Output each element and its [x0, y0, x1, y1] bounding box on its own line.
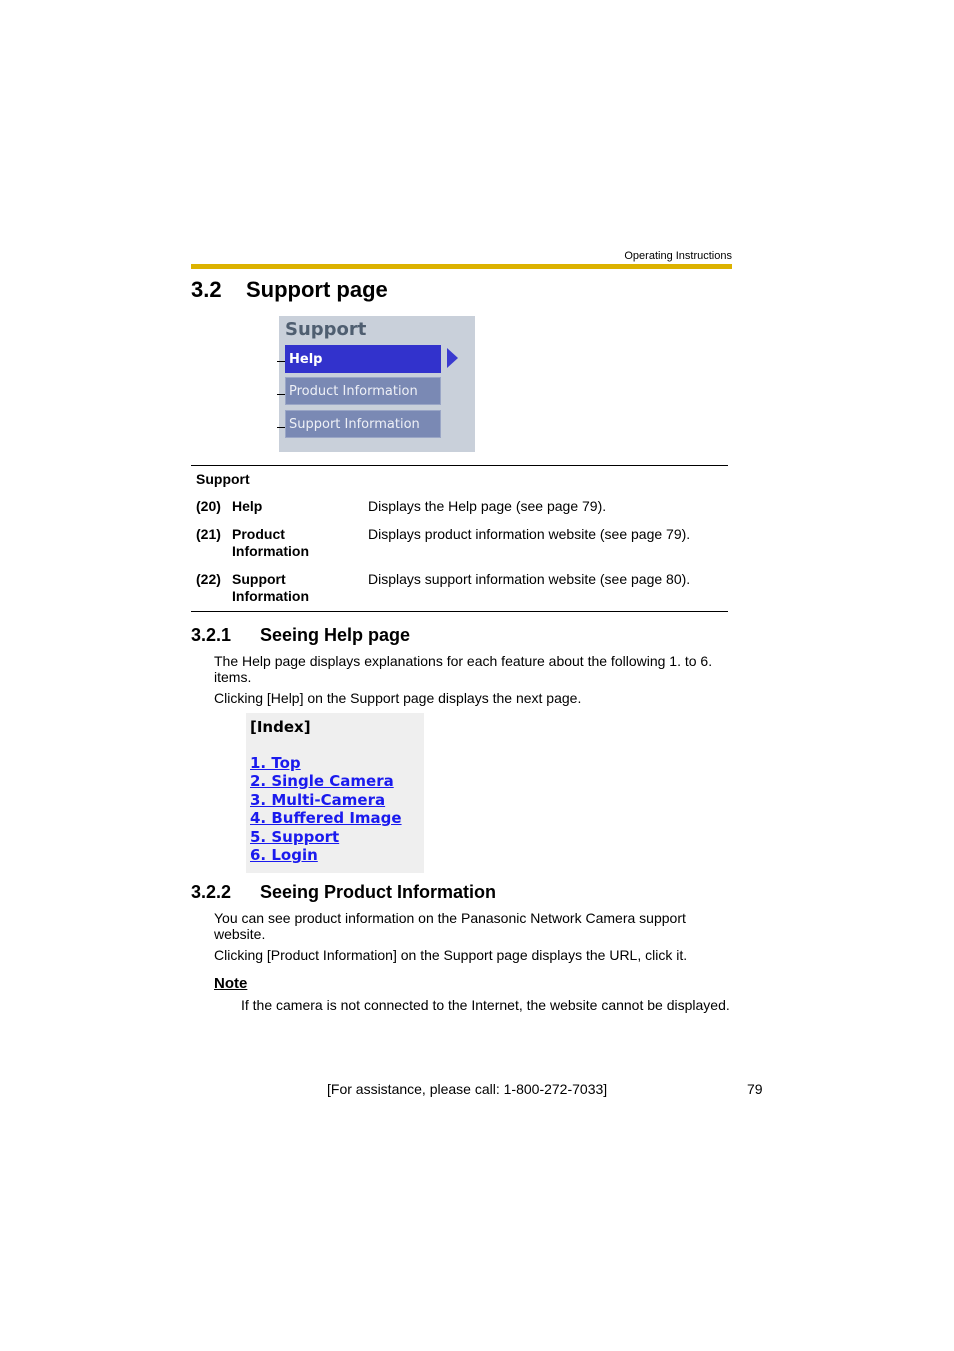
row-description: Displays support information website (se…	[368, 571, 691, 587]
index-title: [Index]	[250, 718, 311, 736]
row-description: Displays product information website (se…	[368, 526, 691, 542]
row-description: Displays the Help page (see page 79).	[368, 498, 607, 514]
note-body: If the camera is not connected to the In…	[241, 997, 730, 1013]
active-arrow-icon	[447, 348, 458, 368]
subsection-number: 3.2.2	[191, 882, 232, 902]
subsection-heading: 3.2.2 Seeing Product Information	[191, 882, 496, 903]
menu-button-label: Product Information	[289, 384, 418, 399]
paragraph: Clicking [Help] on the Support page disp…	[214, 690, 582, 706]
running-header: Operating Instructions	[624, 250, 732, 262]
menu-button-help[interactable]: Help	[285, 345, 441, 373]
row-name: Support Information	[232, 571, 309, 604]
section-number: 3.2	[191, 277, 222, 302]
index-link-multi-camera[interactable]: 3. Multi-Camera	[250, 791, 385, 809]
index-link-login[interactable]: 6. Login	[250, 846, 318, 864]
index-link-top[interactable]: 1. Top	[250, 754, 301, 772]
row-number: (20)	[196, 498, 221, 514]
index-link-single-camera[interactable]: 2. Single Camera	[250, 772, 394, 790]
row-number: (22)	[196, 571, 221, 587]
table-top-rule	[191, 465, 728, 466]
paragraph: You can see product information on the P…	[214, 910, 686, 942]
menu-button-product-information[interactable]: Product Information	[285, 377, 441, 405]
index-link-buffered-image[interactable]: 4. Buffered Image	[250, 809, 402, 827]
subsection-title: Seeing Help page	[260, 625, 411, 645]
help-index-screenshot: [Index] 1. Top 2. Single Camera 3. Multi…	[246, 713, 424, 873]
callout-line	[277, 427, 285, 428]
row-number: (21)	[196, 526, 221, 542]
paragraph: Clicking [Product Information] on the Su…	[214, 947, 688, 963]
header-rule	[191, 264, 732, 269]
note-title: Note	[214, 975, 248, 992]
callout-line	[277, 394, 285, 395]
subsection-title: Seeing Product Information	[260, 882, 497, 902]
menu-button-label: Help	[289, 352, 323, 367]
row-name: Product Information	[232, 526, 309, 559]
paragraph: The Help page displays explanations for …	[214, 653, 713, 685]
table-bottom-rule	[191, 611, 728, 612]
row-name: Help	[232, 498, 263, 514]
subsection-heading: 3.2.1 Seeing Help page	[191, 625, 410, 646]
section-title: Support page	[246, 277, 388, 302]
support-menu-screenshot: Support Help Product Information Support…	[277, 316, 475, 452]
index-link-support[interactable]: 5. Support	[250, 828, 339, 846]
menu-button-support-information[interactable]: Support Information	[285, 410, 441, 438]
footer-assistance: [For assistance, please call: 1-800-272-…	[327, 1081, 608, 1097]
page-number: 79	[747, 1081, 763, 1097]
menu-button-label: Support Information	[289, 417, 420, 432]
support-menu-title: Support	[285, 319, 367, 340]
table-heading: Support	[196, 471, 250, 487]
callout-line	[277, 361, 285, 362]
subsection-number: 3.2.1	[191, 625, 232, 645]
section-heading: 3.2 Support page	[191, 277, 388, 303]
